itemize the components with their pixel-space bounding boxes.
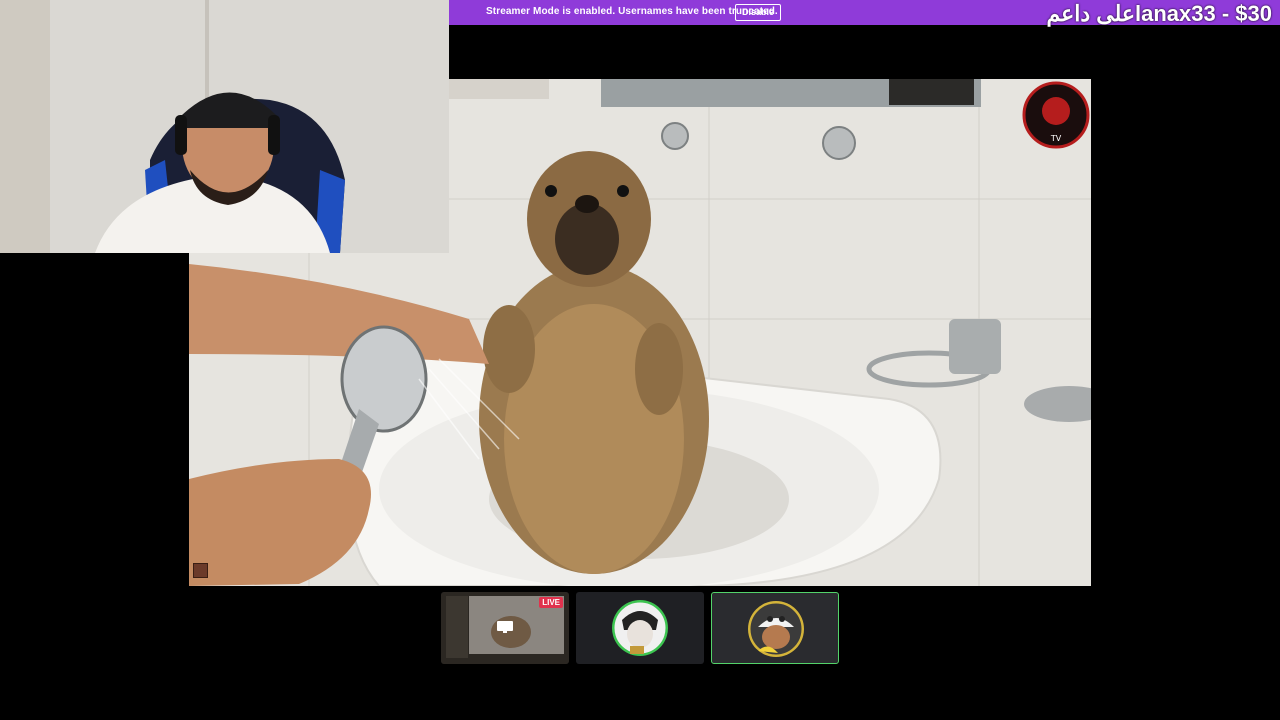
participant-tile-1[interactable] (576, 592, 704, 664)
logo-text: TV (1050, 134, 1062, 143)
manga-character-avatar-icon (612, 600, 668, 656)
participant-tile-2-active[interactable] (711, 592, 839, 664)
streamer-mode-banner: Streamer Mode is enabled. Usernames have… (449, 0, 1280, 26)
participant-2-avatar (748, 601, 804, 657)
channel-logo-icon: TV (1022, 81, 1090, 149)
disable-streamer-mode-button[interactable]: Disable (735, 4, 782, 21)
participant-1-avatar (612, 600, 668, 656)
stream-preview-tile[interactable]: LIVE (441, 592, 569, 664)
video-corner-widget-icon (193, 563, 208, 578)
live-badge: LIVE (539, 597, 563, 608)
pirate-character-avatar-icon (748, 601, 804, 657)
donation-alert-text: lanax33 - $30على داعم (1046, 1, 1272, 26)
screen-share-icon (497, 621, 513, 633)
streamer-webcam (0, 0, 449, 253)
webcam-illustration (0, 0, 449, 253)
